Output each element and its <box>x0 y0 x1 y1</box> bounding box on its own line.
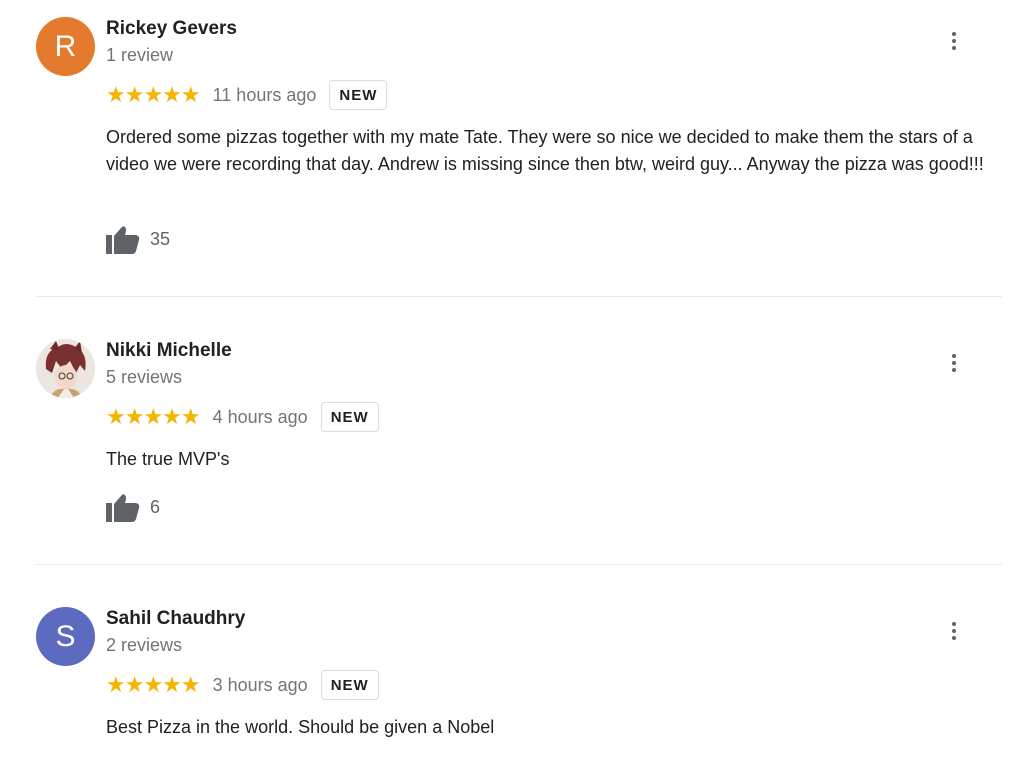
reviewer-name[interactable]: Sahil Chaudhry <box>106 608 245 630</box>
more-vert-icon-dot <box>952 46 956 50</box>
thumb-up-icon <box>106 226 140 254</box>
new-badge: NEW <box>320 670 379 700</box>
avatar[interactable]: R <box>36 17 95 76</box>
more-vert-icon <box>952 32 956 36</box>
rating-row: ★★★★★ 3 hours ago NEW <box>106 669 379 701</box>
reviewer-review-count[interactable]: 1 review <box>106 45 173 66</box>
like-count: 35 <box>150 228 171 249</box>
avatar-image <box>36 339 95 398</box>
like-count: 6 <box>150 496 161 517</box>
review-time: 3 hours ago <box>212 674 308 695</box>
avatar[interactable] <box>36 339 95 398</box>
avatar-letter: S <box>55 619 76 653</box>
review-text: Best Pizza in the world. Should be given… <box>106 717 495 737</box>
review-text: Ordered some pizzas together with my mat… <box>106 127 984 174</box>
rating-row: ★★★★★ 11 hours ago NEW <box>106 79 388 111</box>
review-time: 11 hours ago <box>212 84 317 105</box>
avatar[interactable]: S <box>36 607 95 666</box>
more-vert-icon-dot <box>952 368 956 372</box>
more-vert-icon-dot <box>952 39 956 43</box>
more-options-button[interactable] <box>940 27 968 55</box>
more-vert-icon-dot <box>952 361 956 365</box>
star-rating: ★★★★★ <box>106 672 201 697</box>
like-button[interactable]: 35 <box>106 222 170 256</box>
review-time: 4 hours ago <box>212 406 308 427</box>
reviewer-review-count[interactable]: 5 reviews <box>106 367 182 388</box>
avatar-letter: R <box>54 29 77 63</box>
reviewer-name[interactable]: Nikki Michelle <box>106 340 232 362</box>
rating-row: ★★★★★ 4 hours ago NEW <box>106 401 379 433</box>
like-button[interactable]: 6 <box>106 490 160 524</box>
more-vert-icon-dot <box>952 636 956 640</box>
divider <box>36 296 1002 297</box>
reviewer-name[interactable]: Rickey Gevers <box>106 18 237 40</box>
more-options-button[interactable] <box>940 349 968 377</box>
reviewer-review-count[interactable]: 2 reviews <box>106 635 182 656</box>
review-text: The true MVP's <box>106 449 230 469</box>
thumb-up-icon <box>106 494 140 522</box>
more-vert-icon <box>952 354 956 358</box>
more-vert-icon <box>952 622 956 626</box>
more-vert-icon-dot <box>952 629 956 633</box>
star-rating: ★★★★★ <box>106 82 201 107</box>
more-options-button[interactable] <box>940 617 968 645</box>
new-badge: NEW <box>320 402 379 432</box>
divider <box>36 564 1002 565</box>
new-badge: NEW <box>329 80 388 110</box>
star-rating: ★★★★★ <box>106 404 201 429</box>
